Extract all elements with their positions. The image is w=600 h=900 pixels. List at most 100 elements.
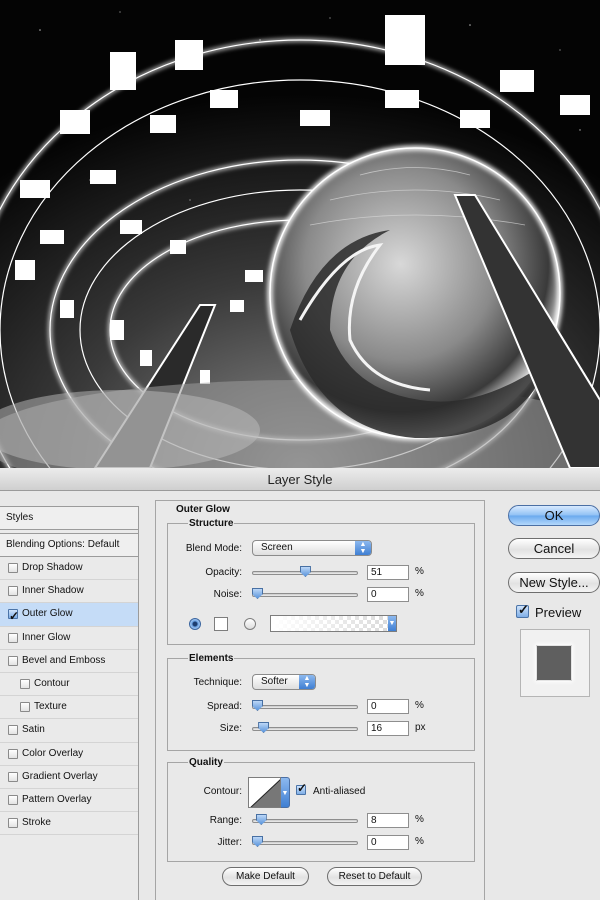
style-item-label: Contour xyxy=(34,677,70,689)
cancel-button[interactable]: Cancel xyxy=(508,538,600,559)
size-input[interactable]: 16 xyxy=(367,721,409,736)
noise-input[interactable]: 0 xyxy=(367,587,409,602)
elements-title: Elements xyxy=(188,653,235,664)
style-checkbox[interactable] xyxy=(8,794,18,805)
range-unit: % xyxy=(415,814,424,825)
style-item-label: Texture xyxy=(34,701,67,713)
outer-glow-panel: Outer Glow Structure Blend Mode: Screen … xyxy=(155,500,485,900)
canvas-artwork xyxy=(0,0,600,468)
style-item-label: Bevel and Emboss xyxy=(22,654,106,666)
style-checkbox[interactable] xyxy=(8,586,18,597)
opacity-slider-thumb-icon[interactable] xyxy=(299,566,311,577)
style-checkbox[interactable] xyxy=(8,605,19,627)
preview-checkbox[interactable] xyxy=(516,602,529,618)
updown-arrow-icon: ▲ ▼ xyxy=(299,675,315,689)
style-item-label: Pattern Overlay xyxy=(22,793,92,805)
preview-swatch xyxy=(537,646,571,680)
styles-list: Styles Blending Options: Default Drop Sh… xyxy=(0,506,139,900)
contour-curve-icon xyxy=(250,779,280,807)
style-item-label: Inner Glow xyxy=(22,631,71,643)
contour-dropdown[interactable]: ▼ xyxy=(281,777,290,808)
noise-slider[interactable] xyxy=(252,588,358,599)
gradient-radio[interactable] xyxy=(244,618,256,630)
technique-value: Softer xyxy=(261,676,288,687)
style-checkbox[interactable] xyxy=(20,702,30,713)
structure-title: Structure xyxy=(188,518,235,529)
glow-color-swatch[interactable] xyxy=(214,617,228,631)
style-item-label: Outer Glow xyxy=(22,608,73,620)
style-checkbox[interactable] xyxy=(8,818,18,829)
size-label: Size: xyxy=(219,723,242,734)
jitter-slider[interactable] xyxy=(252,836,358,847)
panel-title: Outer Glow xyxy=(176,504,230,515)
style-item-texture[interactable]: Texture xyxy=(0,696,138,720)
glow-gradient-picker[interactable]: ▼ xyxy=(270,615,397,632)
noise-slider-thumb-icon[interactable] xyxy=(252,588,263,599)
range-label: Range: xyxy=(209,815,242,826)
make-default-button[interactable]: Make Default xyxy=(222,867,309,886)
jitter-input[interactable]: 0 xyxy=(367,835,409,850)
technique-label: Technique: xyxy=(193,677,242,688)
spread-slider[interactable] xyxy=(252,700,358,711)
range-input[interactable]: 8 xyxy=(367,813,409,828)
style-checkbox[interactable] xyxy=(8,655,18,666)
style-item-inner-shadow[interactable]: Inner Shadow xyxy=(0,580,138,604)
range-slider[interactable] xyxy=(252,814,358,825)
artwork-image xyxy=(0,0,600,468)
style-checkbox[interactable] xyxy=(8,563,18,573)
style-item-drop-shadow[interactable]: Drop Shadow xyxy=(0,557,138,581)
contour-preview[interactable] xyxy=(248,777,281,808)
opacity-slider[interactable] xyxy=(252,566,358,577)
style-checkbox[interactable] xyxy=(8,725,18,736)
style-item-gradient-overlay[interactable]: Gradient Overlay xyxy=(0,766,138,789)
spread-input[interactable]: 0 xyxy=(367,699,409,714)
style-item-label: Stroke xyxy=(22,817,51,829)
anti-aliased-label: Anti-aliased xyxy=(313,786,366,797)
updown-arrow-icon: ▲ ▼ xyxy=(355,541,371,555)
style-item-stroke[interactable]: Stroke xyxy=(0,812,138,836)
reset-to-default-button[interactable]: Reset to Default xyxy=(327,867,422,886)
spread-slider-thumb-icon[interactable] xyxy=(252,700,263,711)
style-item-inner-glow[interactable]: Inner Glow xyxy=(0,627,138,650)
style-preview xyxy=(520,629,590,697)
style-item-outer-glow[interactable]: Outer Glow xyxy=(0,603,138,627)
styles-header[interactable]: Styles xyxy=(0,506,138,530)
style-item-label: Drop Shadow xyxy=(22,562,83,573)
new-style-button[interactable]: New Style... xyxy=(508,572,600,593)
style-item-label: Inner Shadow xyxy=(22,585,84,597)
style-item-satin[interactable]: Satin xyxy=(0,719,138,743)
technique-select[interactable]: Softer ▲ ▼ xyxy=(252,674,316,690)
jitter-slider-thumb-icon[interactable] xyxy=(252,836,263,847)
size-slider-thumb-icon[interactable] xyxy=(258,722,270,733)
range-slider-thumb-icon[interactable] xyxy=(255,814,267,825)
style-item-label: Satin xyxy=(22,724,45,736)
quality-group: Quality Contour: ▼ Anti-aliased Range: 8… xyxy=(167,757,475,862)
style-item-color-overlay[interactable]: Color Overlay xyxy=(0,743,138,766)
style-item-bevel-and-emboss[interactable]: Bevel and Emboss xyxy=(0,650,138,673)
ok-button[interactable]: OK xyxy=(508,505,600,526)
style-item-label: Gradient Overlay xyxy=(22,770,98,782)
layer-style-dialog: Layer Style Styles Blending Options: Def… xyxy=(0,468,600,900)
contour-label: Contour: xyxy=(203,786,242,797)
blend-mode-value: Screen xyxy=(261,542,293,553)
style-checkbox[interactable] xyxy=(20,678,30,689)
jitter-unit: % xyxy=(415,836,424,847)
blending-options[interactable]: Blending Options: Default xyxy=(0,533,138,557)
opacity-input[interactable]: 51 xyxy=(367,565,409,580)
style-checkbox[interactable] xyxy=(8,771,18,782)
style-item-pattern-overlay[interactable]: Pattern Overlay xyxy=(0,789,138,813)
chevron-down-icon: ▼ xyxy=(388,616,396,631)
noise-label: Noise: xyxy=(213,589,242,600)
window-title: Layer Style xyxy=(0,468,600,491)
preview-label: Preview xyxy=(535,605,582,620)
elements-group: Elements Technique: Softer ▲ ▼ Spread: 0 … xyxy=(167,653,475,751)
spread-label: Spread: xyxy=(206,701,242,712)
quality-title: Quality xyxy=(188,757,224,768)
style-checkbox[interactable] xyxy=(8,632,18,643)
anti-aliased-checkbox[interactable] xyxy=(296,781,307,795)
style-checkbox[interactable] xyxy=(8,748,18,759)
size-slider[interactable] xyxy=(252,722,358,733)
solid-color-radio[interactable] xyxy=(189,618,201,630)
style-item-contour[interactable]: Contour xyxy=(0,673,138,697)
blend-mode-select[interactable]: Screen ▲ ▼ xyxy=(252,540,372,556)
